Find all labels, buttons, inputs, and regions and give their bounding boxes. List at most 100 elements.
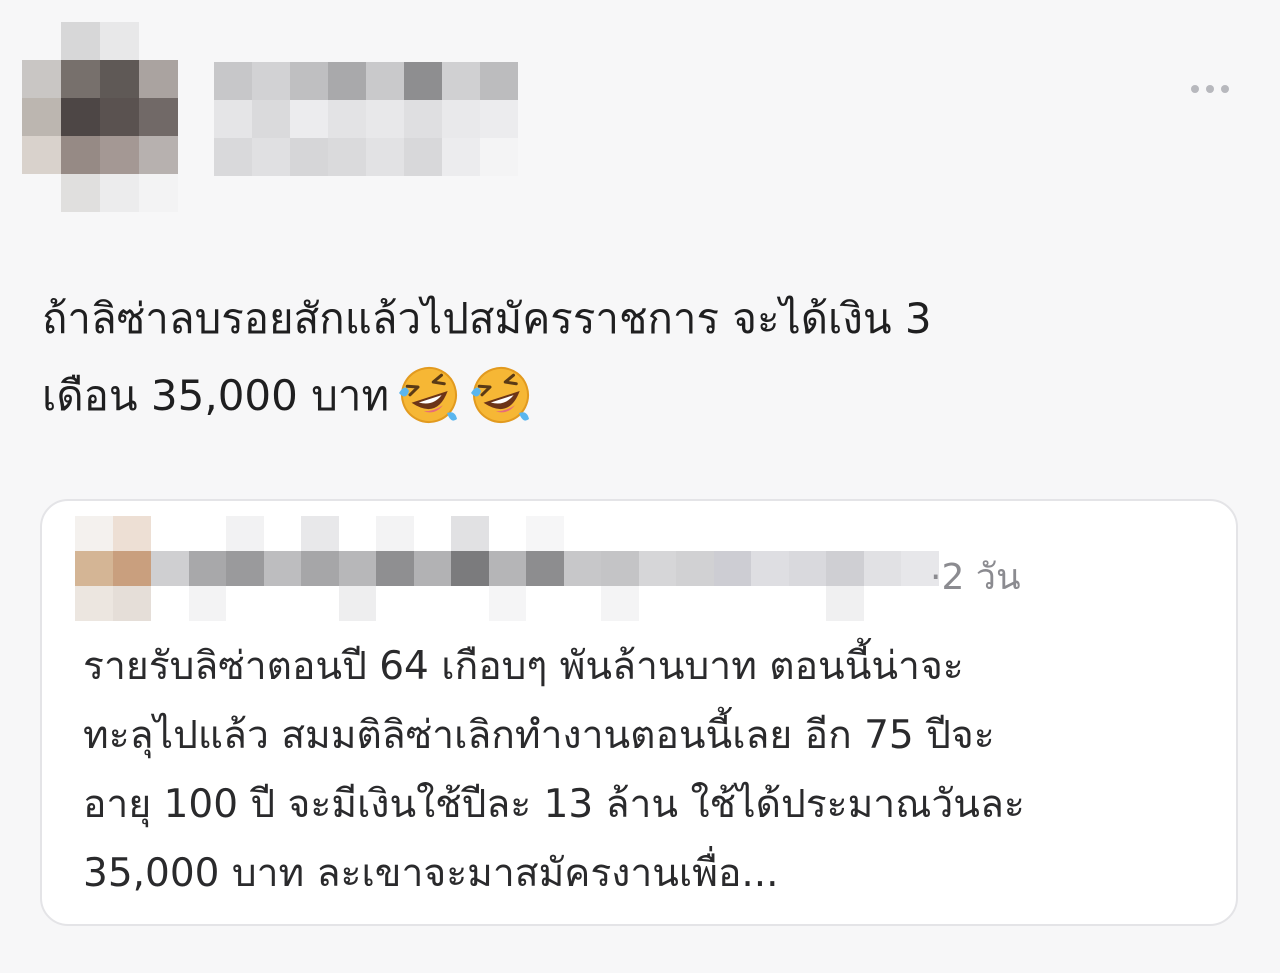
- blur-cell: [252, 138, 290, 176]
- blur-cell: [263, 516, 301, 551]
- blur-cell: [139, 174, 178, 212]
- blur-cell: [139, 136, 178, 174]
- blur-cell: [263, 551, 301, 586]
- blur-cell: [751, 586, 789, 621]
- blur-cell: [442, 100, 480, 138]
- blur-cell: [413, 586, 451, 621]
- blur-cell: [376, 586, 414, 621]
- blur-cell: [328, 62, 366, 100]
- blur-cell: [22, 22, 61, 60]
- blur-cell: [214, 100, 252, 138]
- blur-cell: [638, 516, 676, 551]
- blur-cell: [826, 551, 864, 586]
- blur-cell: [442, 62, 480, 100]
- blur-cell: [442, 138, 480, 176]
- blur-cell: [638, 586, 676, 621]
- post-view: ถ้าลิซ่าลบรอยสักแล้วไปสมัครราชการ จะได้เ…: [0, 0, 1280, 973]
- quoted-author-avatar-blurred[interactable]: [75, 516, 151, 621]
- blur-cell: [252, 100, 290, 138]
- blur-cell: [290, 100, 328, 138]
- blur-cell: [488, 586, 526, 621]
- blur-cell: [61, 98, 100, 136]
- blur-cell: [526, 551, 564, 586]
- blur-cell: [376, 551, 414, 586]
- quoted-post-time: ·2 วัน: [930, 557, 1021, 598]
- blur-cell: [563, 586, 601, 621]
- blur-cell: [100, 98, 139, 136]
- more-horizontal-icon: [1191, 85, 1229, 93]
- blur-cell: [376, 516, 414, 551]
- blur-cell: [75, 586, 113, 621]
- blur-cell: [75, 551, 113, 586]
- blur-cell: [480, 100, 518, 138]
- blur-cell: [366, 138, 404, 176]
- blur-cell: [139, 60, 178, 98]
- blur-cell: [188, 551, 226, 586]
- blur-cell: [863, 551, 901, 586]
- blur-cell: [139, 98, 178, 136]
- more-options-button[interactable]: [1184, 78, 1236, 100]
- blur-cell: [451, 586, 489, 621]
- rolling-on-floor-laughing-emoji: [397, 363, 461, 427]
- blur-cell: [676, 586, 714, 621]
- blur-cell: [601, 586, 639, 621]
- blur-cell: [901, 516, 939, 551]
- blur-cell: [713, 551, 751, 586]
- blur-cell: [788, 516, 826, 551]
- quoted-post-text: รายรับลิซ่าตอนปี 64 เกือบๆ พันล้านบาท ตอ…: [83, 644, 1025, 896]
- blur-cell: [22, 174, 61, 212]
- blur-cell: [480, 62, 518, 100]
- blur-cell: [100, 60, 139, 98]
- blur-cell: [366, 62, 404, 100]
- blur-cell: [338, 586, 376, 621]
- blur-cell: [151, 551, 189, 586]
- blur-cell: [290, 138, 328, 176]
- blur-cell: [751, 516, 789, 551]
- blur-cell: [863, 586, 901, 621]
- blur-cell: [100, 136, 139, 174]
- rolling-on-floor-laughing-emoji: [469, 363, 533, 427]
- blur-cell: [61, 136, 100, 174]
- blur-cell: [61, 60, 100, 98]
- blur-cell: [113, 586, 151, 621]
- blur-cell: [413, 551, 451, 586]
- blur-cell: [301, 551, 339, 586]
- blur-cell: [113, 516, 151, 551]
- blur-cell: [404, 100, 442, 138]
- blur-cell: [22, 98, 61, 136]
- blur-cell: [601, 516, 639, 551]
- blur-cell: [252, 62, 290, 100]
- author-avatar-blurred[interactable]: [22, 22, 178, 212]
- quoted-author-name-blurred[interactable]: [151, 516, 939, 621]
- blur-cell: [22, 136, 61, 174]
- blur-cell: [263, 586, 301, 621]
- blur-cell: [226, 551, 264, 586]
- blur-cell: [61, 22, 100, 60]
- blur-cell: [563, 516, 601, 551]
- blur-cell: [638, 551, 676, 586]
- blur-cell: [451, 516, 489, 551]
- blur-cell: [563, 551, 601, 586]
- blur-cell: [75, 516, 113, 551]
- blur-cell: [788, 551, 826, 586]
- blur-cell: [451, 551, 489, 586]
- blur-cell: [526, 586, 564, 621]
- blur-cell: [226, 586, 264, 621]
- blur-cell: [404, 138, 442, 176]
- blur-cell: [301, 586, 339, 621]
- blur-cell: [214, 62, 252, 100]
- author-name-blurred[interactable]: [214, 62, 518, 176]
- blur-cell: [290, 62, 328, 100]
- blur-cell: [151, 516, 189, 551]
- blur-cell: [366, 100, 404, 138]
- blur-cell: [139, 22, 178, 60]
- blur-cell: [338, 551, 376, 586]
- blur-cell: [480, 138, 518, 176]
- blur-cell: [188, 586, 226, 621]
- blur-cell: [404, 62, 442, 100]
- blur-cell: [413, 516, 451, 551]
- blur-cell: [113, 551, 151, 586]
- blur-cell: [338, 516, 376, 551]
- blur-cell: [676, 516, 714, 551]
- blur-cell: [100, 22, 139, 60]
